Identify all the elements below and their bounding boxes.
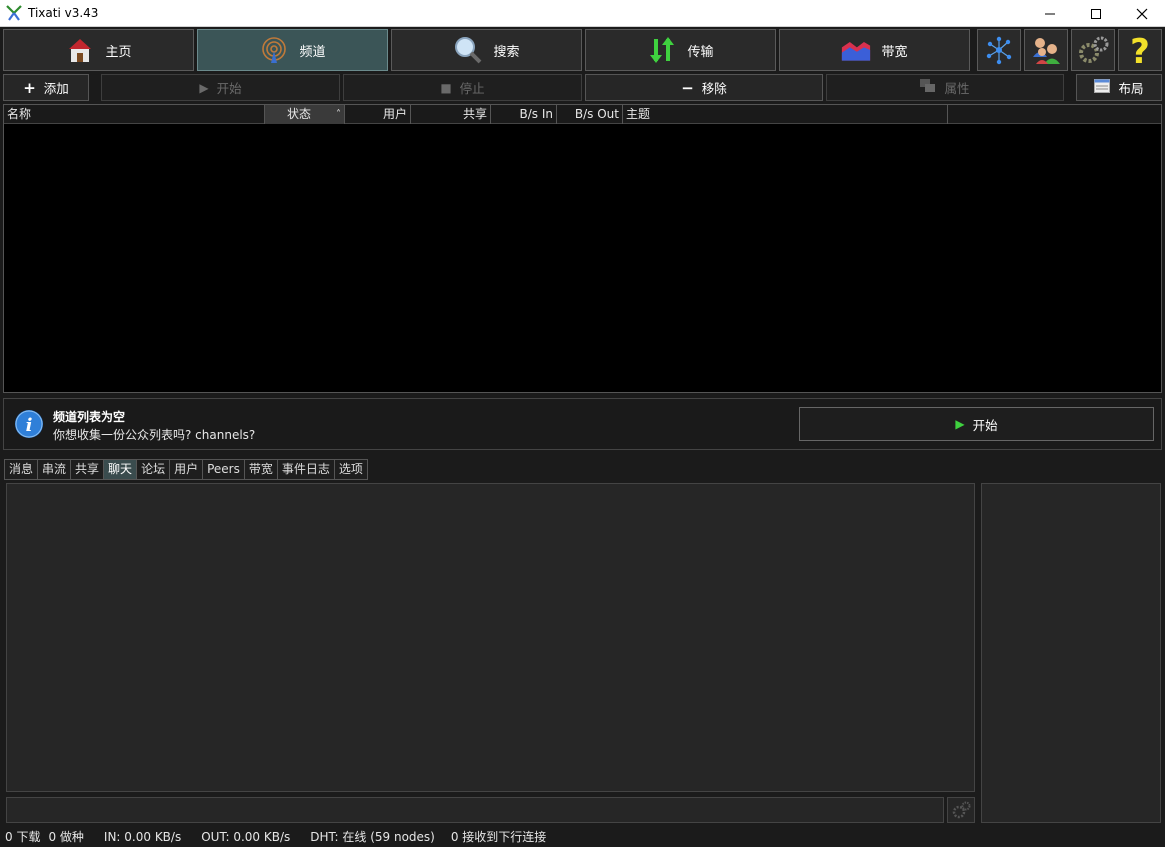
main-toolbar: 主页 频道 搜索 传输 带宽 ? [0, 27, 1165, 73]
add-channel-button[interactable]: + 添加 [3, 74, 89, 101]
transfers-icon [647, 35, 677, 65]
tab-bandwidth[interactable]: 带宽 [243, 459, 277, 480]
tab-forum[interactable]: 论坛 [136, 459, 170, 480]
svg-text:?: ? [1130, 33, 1150, 67]
layout-button[interactable]: 布局 [1076, 74, 1162, 101]
properties-icon [920, 79, 936, 96]
sort-ascending-icon: ˄ [336, 109, 341, 120]
remove-channel-button[interactable]: − 移除 [585, 74, 823, 101]
column-header-shares[interactable]: 共享 [411, 105, 491, 124]
nav-transfers-label: 传输 [687, 44, 714, 60]
notice-start-label: 开始 [972, 417, 998, 433]
users-icon [1033, 38, 1060, 64]
channels-icon [259, 35, 289, 65]
chat-send-button[interactable] [947, 797, 975, 823]
bandwidth-icon [841, 35, 871, 65]
maximize-icon [1091, 8, 1101, 19]
column-header-users[interactable]: 用户 [345, 105, 411, 124]
status-out-rate: OUT: 0.00 KB/s [201, 829, 291, 844]
settings-icon [952, 801, 971, 819]
chat-users-list[interactable] [981, 483, 1161, 823]
status-incoming: 0 接收到下行连接 [450, 830, 547, 844]
search-icon [453, 35, 483, 65]
tab-chat[interactable]: 聊天 [103, 459, 137, 480]
tab-peers[interactable]: Peers [202, 459, 244, 480]
tab-messages[interactable]: 消息 [4, 459, 38, 480]
nav-bandwidth-label: 带宽 [881, 44, 908, 60]
help-button[interactable]: ? [1118, 29, 1162, 71]
remove-label: 移除 [701, 81, 727, 96]
play-icon: ▶ [199, 80, 209, 95]
add-label: 添加 [43, 81, 69, 96]
properties-button[interactable]: 属性 [826, 74, 1064, 101]
home-icon [65, 35, 95, 65]
close-button[interactable] [1119, 0, 1165, 27]
nav-channels-button[interactable]: 频道 [197, 29, 388, 71]
close-icon [1136, 8, 1148, 19]
notice-text: 你想收集一份公众列表吗? channels? [53, 428, 256, 442]
start-label: 开始 [216, 81, 242, 96]
status-bar: 0 下载 0 做种 IN: 0.00 KB/s OUT: 0.00 KB/s D… [0, 826, 1165, 847]
nav-home-button[interactable]: 主页 [3, 29, 194, 71]
title-bar: Tixati v3.43 [0, 0, 1165, 27]
plus-icon: + [23, 78, 36, 97]
tab-options[interactable]: 选项 [333, 459, 368, 480]
svg-text:i: i [26, 415, 33, 436]
window-title: Tixati v3.43 [28, 6, 99, 20]
status-in-rate: IN: 0.00 KB/s [103, 829, 182, 844]
users-button[interactable] [1024, 29, 1068, 71]
layout-icon [1094, 79, 1111, 96]
detail-tabs: 消息 串流 共享 聊天 论坛 用户 Peers 带宽 事件日志 选项 [4, 459, 368, 480]
nav-search-button[interactable]: 搜索 [391, 29, 582, 71]
minus-icon: − [681, 78, 694, 97]
stop-label: 停止 [459, 81, 485, 96]
minimize-button[interactable] [1027, 0, 1073, 27]
tixati-logo-icon [6, 5, 22, 21]
tab-event-log[interactable]: 事件日志 [276, 459, 334, 480]
play-icon: ▶ [955, 417, 965, 431]
column-header-status[interactable]: 状态 ˄ [265, 105, 345, 124]
network-icon [986, 36, 1012, 65]
channels-table[interactable]: 名称 状态 ˄ 用户 共享 B/s In B/s Out 主题 [3, 104, 1162, 393]
chat-input[interactable] [6, 797, 944, 823]
nav-search-label: 搜索 [493, 44, 520, 60]
chat-messages-area[interactable] [6, 483, 975, 792]
settings-icon [1079, 36, 1109, 63]
column-header-name[interactable]: 名称 [4, 105, 265, 124]
table-header: 名称 状态 ˄ 用户 共享 B/s In B/s Out 主题 [4, 105, 1161, 124]
settings-button[interactable] [1071, 29, 1115, 71]
nav-bandwidth-button[interactable]: 带宽 [779, 29, 970, 71]
column-header-bps-in[interactable]: B/s In [491, 105, 557, 124]
layout-label: 布局 [1118, 81, 1144, 96]
column-header-topic[interactable]: 主题 [623, 105, 948, 124]
notice-start-button[interactable]: ▶ 开始 [799, 407, 1154, 441]
stop-icon: ■ [440, 80, 452, 95]
stop-channel-button[interactable]: ■ 停止 [343, 74, 582, 101]
column-header-bps-out[interactable]: B/s Out [557, 105, 623, 124]
help-icon: ? [1130, 33, 1150, 67]
properties-label: 属性 [944, 81, 970, 96]
status-downloads: 0 下载 [5, 830, 41, 844]
tab-users[interactable]: 用户 [169, 459, 203, 480]
tab-shares[interactable]: 共享 [70, 459, 104, 480]
tab-streams[interactable]: 串流 [37, 459, 71, 480]
nav-transfers-button[interactable]: 传输 [585, 29, 776, 71]
info-icon: i [15, 410, 43, 438]
column-header-status-label: 状态 [287, 107, 312, 121]
notice-title: 频道列表为空 [53, 410, 126, 424]
nav-home-label: 主页 [105, 44, 132, 60]
nav-channels-label: 频道 [299, 44, 326, 60]
start-channel-button[interactable]: ▶ 开始 [101, 74, 340, 101]
action-toolbar: + 添加 ▶ 开始 ■ 停止 − 移除 属性 布局 [0, 74, 1165, 102]
network-button[interactable] [977, 29, 1021, 71]
minimize-icon [1045, 13, 1055, 14]
empty-list-notice: i 频道列表为空 你想收集一份公众列表吗? channels? ▶ 开始 [3, 398, 1162, 450]
maximize-button[interactable] [1073, 0, 1119, 27]
status-seeds: 0 做种 [48, 830, 84, 844]
status-dht: DHT: 在线 (59 nodes) [310, 830, 435, 844]
